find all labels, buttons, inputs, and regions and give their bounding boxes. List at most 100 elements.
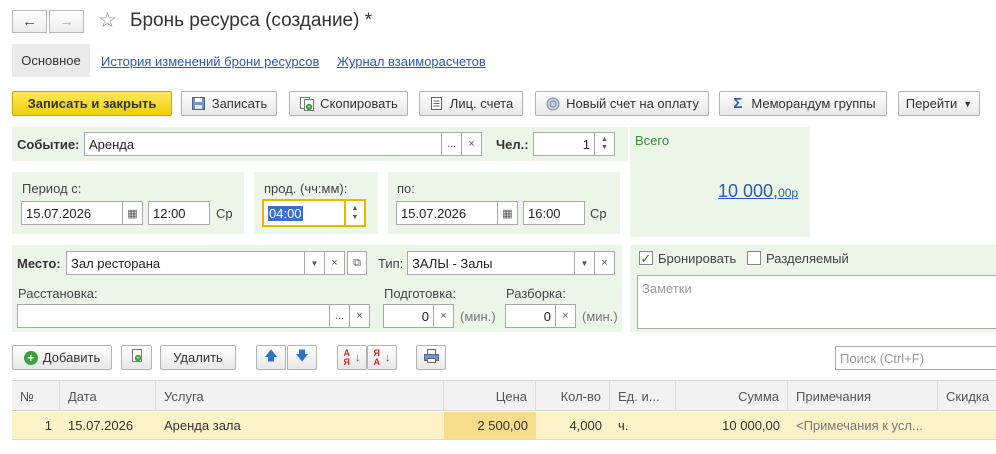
write-label: Записать (211, 96, 268, 111)
cell-sum: 10 000,00 (722, 418, 780, 433)
event-clear-button[interactable]: × (462, 132, 482, 156)
goto-menu-button[interactable]: Перейти ▼ (898, 91, 980, 116)
sort-ascending-button[interactable]: A Я ↓ (337, 345, 367, 370)
clear-icon: × (440, 310, 447, 322)
clear-icon: × (468, 138, 475, 150)
time-from-input[interactable]: 12:00 (148, 201, 210, 225)
time-to-input[interactable]: 16:00 (523, 201, 585, 225)
tab-settlements-journal[interactable]: Журнал взаиморасчетов (337, 54, 486, 69)
forward-button[interactable]: → (49, 10, 84, 33)
date-to-input[interactable]: 15.07.2026 (396, 201, 498, 225)
date-from-calendar-button[interactable]: ▦ (123, 201, 143, 225)
col-price[interactable]: Цена (444, 381, 536, 411)
delete-row-label: Удалить (173, 350, 223, 365)
col-sum[interactable]: Сумма (676, 381, 788, 411)
prep-input[interactable]: 0 (383, 304, 434, 328)
teardown-input[interactable]: 0 (505, 304, 556, 328)
favorite-star-icon[interactable]: ☆ (98, 8, 117, 33)
col-service[interactable]: Услуга (156, 381, 444, 411)
type-clear-button[interactable]: × (595, 251, 615, 275)
sigma-icon: Σ (733, 95, 743, 112)
write-button[interactable]: Записать (181, 91, 277, 116)
place-open-button[interactable]: ⧉ (347, 251, 367, 275)
type-dropdown-button[interactable]: ▼ (575, 251, 595, 275)
shared-label: Разделяемый (766, 251, 849, 266)
sort-descending-button[interactable]: Я A ↓ (367, 345, 397, 370)
col-unit[interactable]: Ед. и... (610, 381, 676, 411)
col-number[interactable]: № (12, 381, 60, 411)
persons-input[interactable]: 1 (533, 132, 595, 156)
chevron-down-icon: ▼ (580, 258, 589, 268)
type-input[interactable]: ЗАЛЫ - Залы (407, 251, 575, 275)
total-amount-link[interactable]: 10 000,00р (718, 181, 798, 202)
group-memorandum-button[interactable]: Σ Меморандум группы (719, 91, 887, 116)
event-label: Событие: (17, 137, 80, 152)
personal-accounts-button[interactable]: Лиц. счета (419, 91, 523, 116)
stepper-down-icon: ▼ (351, 214, 359, 221)
arrangement-select-button[interactable]: ... (330, 304, 350, 328)
new-invoice-button[interactable]: Новый счет на оплату (535, 91, 709, 116)
shared-checkbox[interactable] (747, 251, 761, 265)
clear-icon: × (562, 310, 569, 322)
copy-row-button[interactable]: + (121, 345, 152, 370)
place-dropdown-button[interactable]: ▼ (305, 251, 325, 275)
add-icon: + (23, 350, 38, 365)
prep-unit: (мин.) (460, 309, 496, 324)
type-label: Тип: (378, 256, 404, 271)
move-down-button[interactable]: 🡇 (287, 345, 317, 370)
delete-row-button[interactable]: Удалить (160, 345, 236, 370)
write-and-close-label: Записать и закрыть (27, 96, 157, 111)
sort-ascending-icon: AЯ (343, 347, 351, 367)
new-invoice-label: Новый счет на оплату (566, 96, 699, 111)
cell-notes: <Примечания к усл... (796, 418, 923, 433)
copy-button[interactable]: + Скопировать (289, 91, 408, 116)
place-input[interactable]: Зал ресторана (66, 251, 305, 275)
period-to-label: по: (397, 181, 415, 196)
duration-label: прод. (чч:мм): (264, 181, 348, 196)
date-from-input[interactable]: 15.07.2026 (21, 201, 123, 225)
duration-input[interactable]: 04:00 (262, 199, 346, 227)
col-qty[interactable]: Кол-во (536, 381, 610, 411)
prep-clear-button[interactable]: × (434, 304, 454, 328)
printer-icon (423, 349, 439, 366)
book-checkbox[interactable]: ✓ (639, 251, 653, 265)
event-input[interactable]: Аренда (84, 132, 442, 156)
cell-service: Аренда зала (164, 418, 241, 433)
tab-main-label: Основное (21, 53, 81, 68)
place-clear-button[interactable]: × (325, 251, 345, 275)
cell-price[interactable]: 2 500,00 (444, 412, 536, 439)
chevron-down-icon: ▼ (963, 98, 973, 109)
copy-label: Скопировать (320, 96, 398, 111)
table-row[interactable]: 1 15.07.2026 Аренда зала 2 500,00 4,000 … (12, 412, 996, 440)
arrow-right-icon: → (59, 13, 74, 30)
cell-unit: ч. (618, 418, 629, 433)
duration-stepper[interactable]: ▲ ▼ (346, 199, 366, 227)
teardown-clear-button[interactable]: × (556, 304, 576, 328)
move-up-button[interactable]: 🡅 (256, 345, 286, 370)
col-discount[interactable]: Скидка (938, 381, 996, 411)
table-search-input[interactable]: Поиск (Ctrl+F) (835, 346, 996, 370)
chevron-down-icon: ▼ (310, 258, 319, 268)
tab-main[interactable]: Основное (12, 44, 90, 77)
col-date[interactable]: Дата (60, 381, 156, 411)
date-to-calendar-button[interactable]: ▦ (498, 201, 518, 225)
day-from-label: Ср (216, 206, 233, 221)
day-to-label: Ср (590, 206, 607, 221)
arrangement-input[interactable] (17, 304, 330, 328)
page-title: Бронь ресурса (создание) * (130, 10, 373, 31)
personal-accounts-label: Лиц. счета (449, 96, 514, 111)
total-label: Всего (635, 133, 670, 148)
print-button[interactable] (416, 345, 446, 370)
add-row-button[interactable]: + Добавить (12, 345, 112, 370)
tab-booking-history[interactable]: История изменений брони ресурсов (101, 54, 319, 69)
stepper-up-icon: ▲ (351, 205, 359, 212)
back-button[interactable]: ← (12, 10, 47, 33)
persons-stepper[interactable]: ▲ ▼ (595, 132, 615, 156)
checkmark-icon: ✓ (640, 250, 652, 266)
event-select-button[interactable]: ... (442, 132, 462, 156)
total-cents: 00 (778, 186, 792, 200)
arrangement-clear-button[interactable]: × (350, 304, 370, 328)
notes-textarea[interactable]: Заметки (637, 275, 996, 329)
col-notes[interactable]: Примечания (788, 381, 938, 411)
write-and-close-button[interactable]: Записать и закрыть (12, 91, 172, 116)
